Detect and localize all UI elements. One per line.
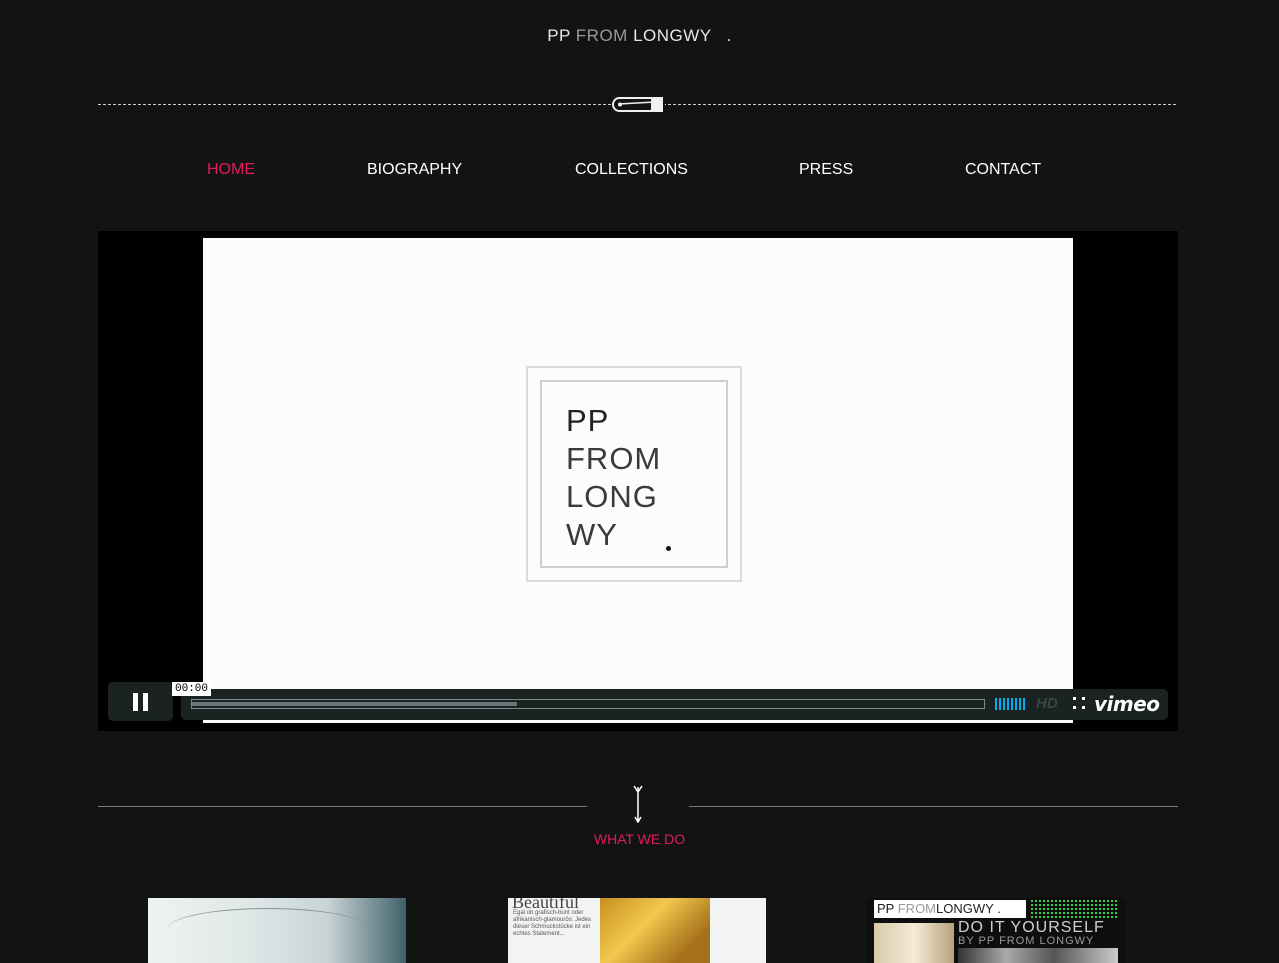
diy-subtitle: BY PP FROM LONGWY [958, 935, 1095, 947]
section-line-left [98, 806, 587, 807]
diy-title: DO IT YOURSELF [958, 919, 1105, 936]
progress-bar[interactable] [191, 699, 985, 709]
section-line-right [689, 806, 1178, 807]
hd-button[interactable]: HD [1036, 695, 1058, 712]
site-logo[interactable]: PP FROM LONGWY . [0, 26, 1279, 46]
logo-dot: . [726, 26, 732, 45]
video-logo-line4: WY [566, 517, 618, 552]
nav-collections[interactable]: COLLECTIONS [575, 161, 688, 179]
diy-logo-from: FROM [897, 901, 937, 916]
page: PP FROM LONGWY . HOME BIOGRAPHY COLLECTI… [0, 0, 1279, 963]
video-logo-dot [666, 546, 671, 551]
necklace-chain [168, 908, 368, 949]
thumbnail-press[interactable]: Beautiful Egal ob grafisch-bunt oder afr… [508, 898, 766, 963]
section-title: WHAT WE DO [593, 831, 686, 847]
video-logo-inner-box: PP FROM LONG WY [540, 380, 728, 568]
diy-logo-pp: PP [877, 901, 895, 916]
video-logo-box: PP FROM LONG WY [526, 366, 742, 582]
pause-icon-bar-left [133, 693, 138, 711]
timecode: 00:00 [172, 682, 212, 696]
arrow-down-icon [633, 785, 643, 823]
nav-press[interactable]: PRESS [799, 161, 853, 179]
progress-loaded [192, 702, 517, 706]
thumbnail-jewelry[interactable] [148, 898, 406, 963]
press-body: Egal ob grafisch-bunt oder afrikanisch-g… [513, 910, 592, 937]
diy-logo-longwy: LONGWY [936, 901, 994, 916]
volume-icon[interactable] [995, 698, 1029, 710]
vimeo-logo[interactable]: vimeo [1094, 692, 1160, 716]
nav-contact[interactable]: CONTACT [965, 161, 1041, 179]
diy-logo-dot: . [997, 901, 1001, 916]
gold-jewelry-image [600, 898, 710, 963]
green-dot-pattern [1030, 899, 1118, 919]
pause-button[interactable] [108, 682, 173, 721]
thumbnail-diy[interactable]: PP FROMLONGWY . DO IT YOURSELF BY PP FRO… [867, 898, 1125, 963]
video-player[interactable]: PP FROM LONG WY 00:00 HD vimeo [98, 231, 1178, 731]
logo-from: FROM [575, 26, 628, 45]
main-nav: HOME BIOGRAPHY COLLECTIONS PRESS CONTACT [0, 161, 1279, 185]
video-logo-text: PP FROM LONG WY [566, 402, 661, 554]
nav-home[interactable]: HOME [207, 161, 255, 179]
pause-icon-bar-right [143, 693, 148, 711]
nav-biography[interactable]: BIOGRAPHY [367, 161, 462, 179]
video-logo-line2: FROM [566, 441, 662, 476]
video-logo-line3: LONG [566, 479, 658, 514]
diy-logo: PP FROMLONGWY . [874, 900, 1026, 918]
video-logo-line1: PP [566, 403, 610, 438]
fullscreen-icon[interactable] [1073, 697, 1085, 709]
logo-longwy: LONGWY [633, 26, 712, 45]
safety-pin-icon [611, 94, 665, 116]
logo-pp: PP [547, 26, 571, 45]
diy-image-left [874, 923, 954, 963]
diy-image-bottom [958, 948, 1118, 963]
video-frame[interactable]: PP FROM LONG WY [203, 238, 1073, 723]
